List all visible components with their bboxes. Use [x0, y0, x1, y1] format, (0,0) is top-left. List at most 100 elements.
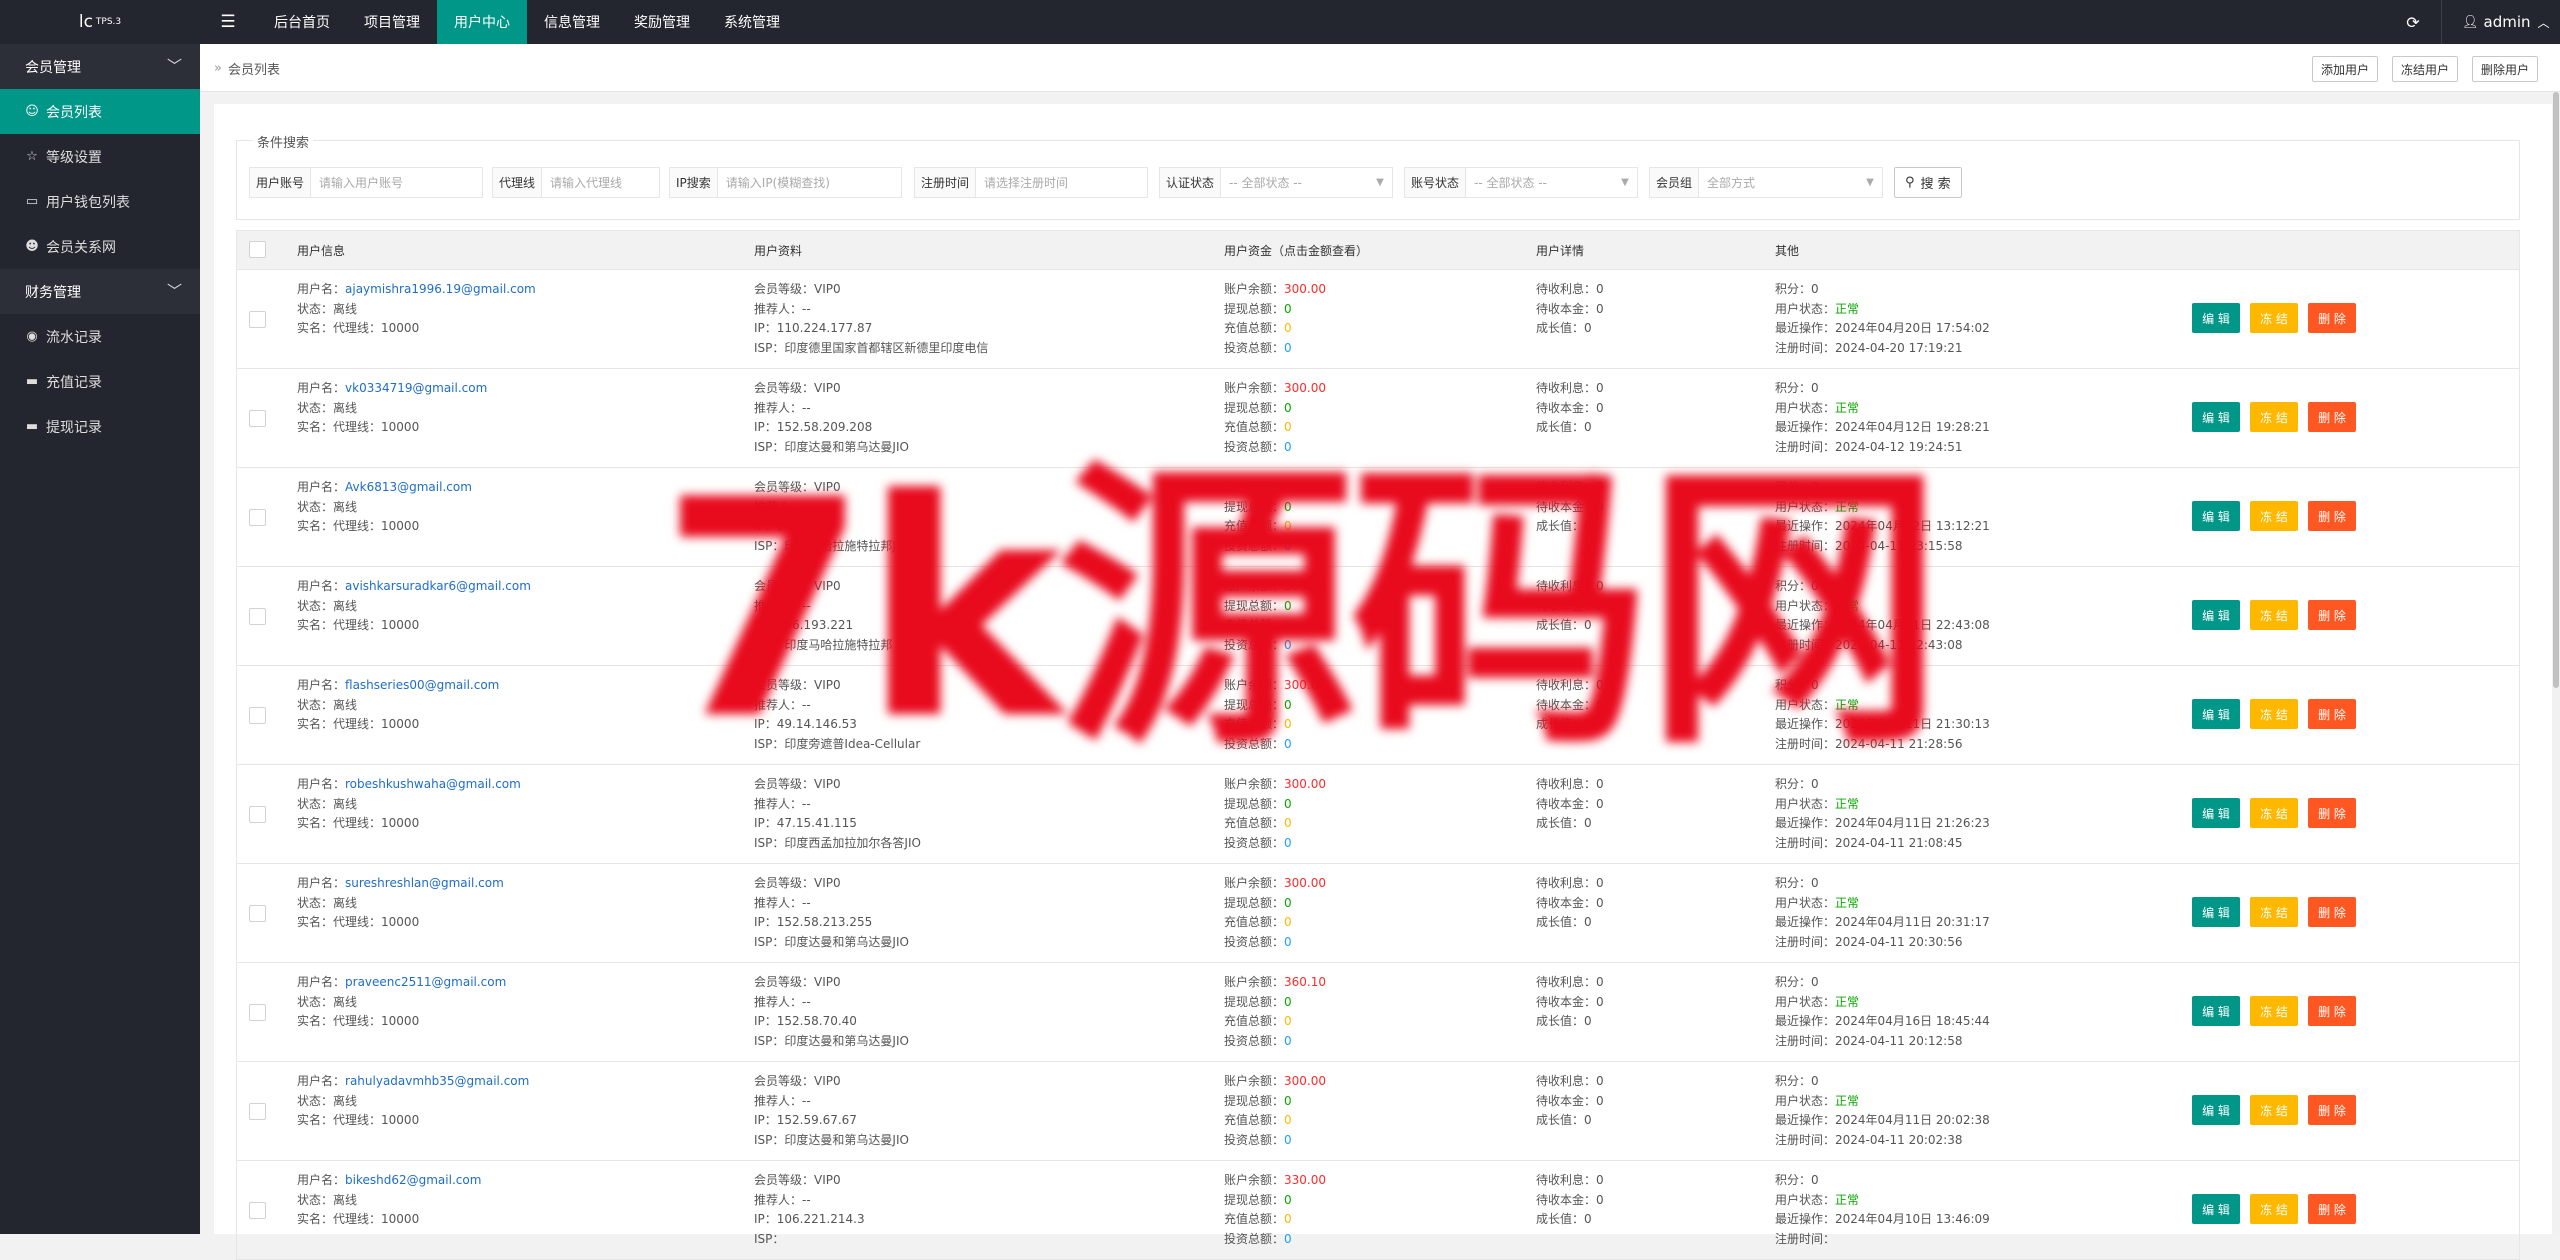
search-button[interactable]: ⚲ 搜 索 — [1894, 167, 1962, 198]
row-checkbox[interactable] — [249, 905, 266, 922]
withdraw-value[interactable]: 0 — [1284, 1193, 1292, 1207]
edit-button[interactable]: 编 辑 — [2192, 501, 2240, 531]
recharge-value[interactable]: 0 — [1284, 1113, 1292, 1127]
sidebar-item-transactions[interactable]: ◉ 流水记录 — [0, 314, 200, 359]
ip-input[interactable]: 请输入IP(模糊查找) — [718, 168, 901, 197]
menu-toggle-icon[interactable]: ☰ — [218, 0, 238, 44]
freeze-user-button[interactable]: 冻结用户 — [2392, 56, 2459, 82]
username-link[interactable]: rahulyadavmhb35@gmail.com — [345, 1074, 529, 1088]
delete-button[interactable]: 删 除 — [2308, 897, 2356, 927]
nav-projects[interactable]: 项目管理 — [347, 0, 437, 44]
row-checkbox[interactable] — [249, 410, 266, 427]
regtime-input[interactable]: 请选择注册时间 — [976, 168, 1147, 197]
recharge-value[interactable]: 0 — [1284, 519, 1292, 533]
row-checkbox[interactable] — [249, 509, 266, 526]
balance-value[interactable]: 300.00 — [1284, 678, 1326, 692]
balance-value[interactable]: 300.00 — [1284, 1074, 1326, 1088]
recharge-value[interactable]: 0 — [1284, 1014, 1292, 1028]
recharge-value[interactable]: 0 — [1284, 717, 1292, 731]
freeze-button[interactable]: 冻 结 — [2250, 996, 2298, 1026]
withdraw-value[interactable]: 0 — [1284, 896, 1292, 910]
edit-button[interactable]: 编 辑 — [2192, 1194, 2240, 1224]
username-link[interactable]: flashseries00@gmail.com — [345, 678, 499, 692]
balance-value[interactable]: 300.00 — [1284, 282, 1326, 296]
freeze-button[interactable]: 冻 结 — [2250, 798, 2298, 828]
delete-user-button[interactable]: 删除用户 — [2472, 56, 2539, 82]
username-link[interactable]: Avk6813@gmail.com — [345, 480, 472, 494]
username-link[interactable]: praveenc2511@gmail.com — [345, 975, 506, 989]
scrollbar-thumb[interactable] — [2553, 92, 2559, 688]
recharge-value[interactable]: 0 — [1284, 915, 1292, 929]
caret-down-icon[interactable]: ▼ — [1613, 168, 1637, 197]
freeze-button[interactable]: 冻 结 — [2250, 897, 2298, 927]
sidebar-item-wallets[interactable]: ▭ 用户钱包列表 — [0, 179, 200, 224]
recharge-value[interactable]: 0 — [1284, 420, 1292, 434]
select-all-checkbox[interactable] — [249, 241, 266, 258]
withdraw-value[interactable]: 0 — [1284, 599, 1292, 613]
account-input[interactable]: 请输入用户账号 — [311, 168, 482, 197]
balance-value[interactable]: 360.10 — [1284, 975, 1326, 989]
username-link[interactable]: bikeshd62@gmail.com — [345, 1173, 481, 1187]
row-checkbox[interactable] — [249, 1004, 266, 1021]
edit-button[interactable]: 编 辑 — [2192, 1095, 2240, 1125]
user-menu[interactable]: 👤︎ admin ︿ — [2462, 0, 2550, 44]
auth-select[interactable]: -- 全部状态 -- — [1221, 168, 1368, 197]
member-group-select[interactable]: 全部方式 — [1699, 168, 1858, 197]
row-checkbox[interactable] — [249, 608, 266, 625]
recharge-value[interactable]: 0 — [1284, 321, 1292, 335]
recharge-value[interactable]: 0 — [1284, 618, 1292, 632]
delete-button[interactable]: 删 除 — [2308, 501, 2356, 531]
app-logo[interactable]: lc TPS.3 — [0, 0, 200, 44]
sidebar-item-relations[interactable]: ☻ 会员关系网 — [0, 224, 200, 269]
sidebar-item-level-settings[interactable]: ☆ 等级设置 — [0, 134, 200, 179]
freeze-button[interactable]: 冻 结 — [2250, 402, 2298, 432]
account-status-select[interactable]: -- 全部状态 -- — [1466, 168, 1613, 197]
withdraw-value[interactable]: 0 — [1284, 698, 1292, 712]
balance-value[interactable]: 300.00 — [1284, 579, 1326, 593]
balance-value[interactable]: 300.00 — [1284, 777, 1326, 791]
delete-button[interactable]: 删 除 — [2308, 798, 2356, 828]
freeze-button[interactable]: 冻 结 — [2250, 1095, 2298, 1125]
edit-button[interactable]: 编 辑 — [2192, 303, 2240, 333]
sidebar-item-recharges[interactable]: ▬ 充值记录 — [0, 359, 200, 404]
delete-button[interactable]: 删 除 — [2308, 303, 2356, 333]
withdraw-value[interactable]: 0 — [1284, 1094, 1292, 1108]
freeze-button[interactable]: 冻 结 — [2250, 1194, 2298, 1224]
delete-button[interactable]: 删 除 — [2308, 600, 2356, 630]
delete-button[interactable]: 删 除 — [2308, 402, 2356, 432]
balance-value[interactable]: 300.00 — [1284, 480, 1326, 494]
withdraw-value[interactable]: 0 — [1284, 302, 1292, 316]
username-link[interactable]: vk0334719@gmail.com — [345, 381, 487, 395]
delete-button[interactable]: 删 除 — [2308, 699, 2356, 729]
recharge-value[interactable]: 0 — [1284, 816, 1292, 830]
edit-button[interactable]: 编 辑 — [2192, 600, 2240, 630]
invest-value[interactable]: 0 — [1284, 737, 1292, 751]
refresh-icon[interactable]: ⟳ — [2400, 0, 2426, 44]
caret-down-icon[interactable]: ▼ — [1368, 168, 1392, 197]
invest-value[interactable]: 0 — [1284, 638, 1292, 652]
nav-user-center[interactable]: 用户中心 — [437, 0, 527, 44]
freeze-button[interactable]: 冻 结 — [2250, 501, 2298, 531]
invest-value[interactable]: 0 — [1284, 935, 1292, 949]
withdraw-value[interactable]: 0 — [1284, 995, 1292, 1009]
delete-button[interactable]: 删 除 — [2308, 1194, 2356, 1224]
username-link[interactable]: ajaymishra1996.19@gmail.com — [345, 282, 536, 296]
withdraw-value[interactable]: 0 — [1284, 401, 1292, 415]
balance-value[interactable]: 330.00 — [1284, 1173, 1326, 1187]
edit-button[interactable]: 编 辑 — [2192, 897, 2240, 927]
nav-home[interactable]: 后台首页 — [257, 0, 347, 44]
row-checkbox[interactable] — [249, 311, 266, 328]
row-checkbox[interactable] — [249, 1202, 266, 1219]
agent-input[interactable]: 请输入代理线 — [542, 168, 659, 197]
freeze-button[interactable]: 冻 结 — [2250, 699, 2298, 729]
invest-value[interactable]: 0 — [1284, 836, 1292, 850]
balance-value[interactable]: 300.00 — [1284, 381, 1326, 395]
recharge-value[interactable]: 0 — [1284, 1212, 1292, 1226]
nav-system[interactable]: 系统管理 — [707, 0, 797, 44]
withdraw-value[interactable]: 0 — [1284, 797, 1292, 811]
edit-button[interactable]: 编 辑 — [2192, 699, 2240, 729]
balance-value[interactable]: 300.00 — [1284, 876, 1326, 890]
sidebar-item-member-list[interactable]: ☺ 会员列表 — [0, 89, 200, 134]
delete-button[interactable]: 删 除 — [2308, 1095, 2356, 1125]
sidebar-group-finance[interactable]: 财务管理 ﹀ — [0, 269, 200, 314]
